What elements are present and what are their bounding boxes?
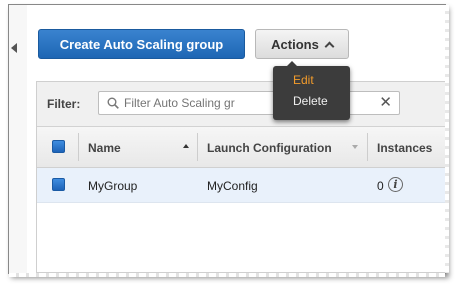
- menu-item-delete[interactable]: Delete: [293, 94, 328, 108]
- column-header-name[interactable]: Name: [88, 141, 121, 155]
- search-icon: [107, 97, 119, 109]
- sidebar-collapsed[interactable]: [9, 5, 28, 273]
- main-content: Create Auto Scaling group Actions Filter…: [27, 5, 445, 273]
- row-checkbox[interactable]: [52, 178, 65, 191]
- actions-dropdown-menu: Edit Delete: [273, 61, 350, 120]
- column-header-launch-configuration[interactable]: Launch Configuration: [207, 141, 332, 155]
- sort-ascending-icon[interactable]: [183, 144, 189, 148]
- column-header-instances[interactable]: Instances: [377, 141, 432, 155]
- column-divider: [197, 133, 198, 161]
- cell-instances: 0: [377, 179, 384, 193]
- menu-item-edit[interactable]: Edit: [293, 73, 314, 87]
- sort-icon[interactable]: [352, 145, 358, 149]
- info-icon[interactable]: i: [388, 177, 403, 192]
- chevron-up-icon: [324, 41, 335, 51]
- clear-filter-icon[interactable]: ✕: [379, 95, 392, 111]
- column-divider: [78, 133, 79, 161]
- table-row[interactable]: MyGroup MyConfig 0 i: [37, 168, 445, 203]
- auto-scaling-groups-table: Filter: ✕ Name Launch Configuration: [36, 81, 445, 273]
- cell-launch-configuration: MyConfig: [207, 179, 258, 193]
- column-divider: [367, 133, 368, 161]
- create-auto-scaling-group-button[interactable]: Create Auto Scaling group: [38, 29, 245, 59]
- cell-name: MyGroup: [88, 179, 138, 193]
- filter-label: Filter:: [47, 97, 81, 111]
- filter-field[interactable]: ✕: [98, 91, 400, 115]
- filter-bar: Filter: ✕: [37, 82, 445, 127]
- dropdown-caret: [287, 61, 297, 66]
- actions-button-label: Actions: [271, 36, 319, 52]
- table-header: Name Launch Configuration Instances: [37, 127, 445, 168]
- actions-button[interactable]: Actions: [255, 29, 349, 59]
- screenshot-frame: Create Auto Scaling group Actions Filter…: [8, 4, 449, 277]
- select-all-checkbox[interactable]: [52, 140, 65, 153]
- collapse-arrow-icon[interactable]: [11, 43, 17, 53]
